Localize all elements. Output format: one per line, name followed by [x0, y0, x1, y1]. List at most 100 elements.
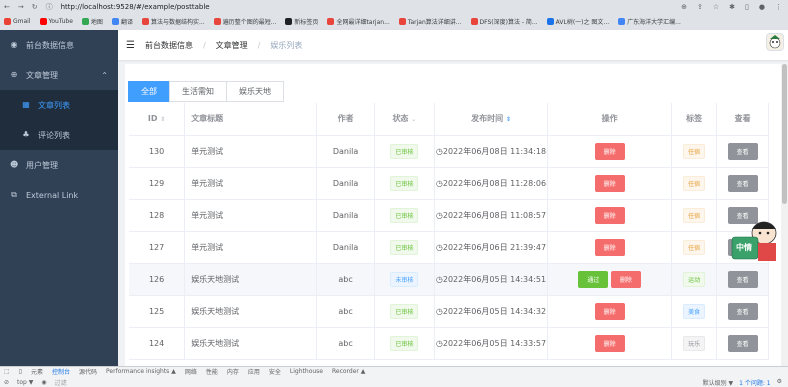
delete-button[interactable]: 删除	[594, 238, 625, 256]
bookmark-item[interactable]: 新标签页	[285, 17, 318, 26]
delete-button[interactable]: 删除	[594, 142, 625, 160]
back-icon[interactable]: ←	[4, 3, 10, 11]
zoom-icon[interactable]: ⊕	[681, 3, 687, 11]
avatar[interactable]	[766, 33, 784, 51]
sidebar-item-user-management[interactable]: ☻ 用户管理	[0, 150, 118, 180]
column-header-status[interactable]: 状态 ⌄	[374, 103, 435, 136]
bookmark-label: Gmail	[13, 18, 31, 25]
device-icon[interactable]: ▯	[19, 368, 22, 375]
breadcrumb-current: 娱乐列表	[270, 40, 303, 50]
delete-button[interactable]: 删除	[594, 206, 625, 224]
column-header-id[interactable]: ID ⇕	[129, 103, 186, 136]
table-row[interactable]: 126 娱乐天地测试 abc 未审核 ◷2022年06月05日 14:34:51…	[129, 263, 769, 296]
cell-author: abc	[316, 263, 375, 296]
cell-author: Danila	[316, 167, 375, 200]
bookmark-item[interactable]: 遍历整个图的最短...	[213, 17, 276, 26]
table-row[interactable]: 130 单元测试 Danila 已审核 ◷2022年06月08日 11:34:1…	[129, 135, 769, 168]
sidebar-item-comment-list[interactable]: ♣ 评论列表	[0, 120, 118, 150]
profile-icon[interactable]: ●	[759, 3, 765, 11]
bookmark-favicon-icon	[111, 18, 119, 25]
levels-select[interactable]: 默认级别 ▼	[703, 378, 734, 387]
bookmark-star-icon[interactable]: ☆	[713, 3, 719, 11]
tab-all[interactable]: 全部	[128, 81, 170, 102]
menu-icon[interactable]: ⋮	[775, 3, 782, 11]
devtools-tab[interactable]: 元素	[31, 367, 43, 376]
table-row[interactable]: 129 单元测试 Danila 已审核 ◷2022年06月08日 11:28:0…	[129, 167, 769, 200]
table-row[interactable]: 124 娱乐天地测试 abc 已审核 ◷2022年06月05日 14:33:57…	[129, 327, 769, 360]
context-select[interactable]: top ▼	[17, 379, 33, 386]
clock-icon: ◷	[435, 242, 443, 252]
approve-button[interactable]: 通过	[578, 270, 609, 288]
bookmarks-bar: Gmail YouTube 地图 翻译 算法与数据结构实... 遍历整个图的最短... 新标…	[0, 13, 788, 30]
issues-badge[interactable]: 1 个问题: 1	[739, 378, 770, 387]
clock-icon: ◷	[435, 210, 443, 220]
extensions-icon[interactable]: ✱	[729, 3, 735, 11]
sidepanel-icon[interactable]: ▯	[745, 3, 749, 11]
delete-button[interactable]: 删除	[594, 334, 625, 352]
bookmark-item[interactable]: 广东海洋大学汇编...	[618, 17, 681, 26]
bookmark-item[interactable]: DFS(深度)算法 - 简...	[470, 17, 538, 26]
cell-view: 查看	[716, 295, 769, 328]
devtools-tab[interactable]: 内存	[227, 367, 239, 376]
bookmark-label: Tarjan算法详细讲...	[407, 19, 462, 26]
bookmark-label: DFS(深度)算法 - 简...	[479, 19, 538, 26]
bookmark-favicon-icon	[81, 18, 89, 25]
view-button[interactable]: 查看	[727, 302, 758, 320]
devtools-tab[interactable]: 性能	[206, 367, 218, 376]
dashboard-icon: ◉	[10, 40, 18, 49]
scrollbar-thumb[interactable]	[782, 64, 787, 204]
filter-icon: ⌄	[411, 116, 417, 124]
sidebar-item-article-list[interactable]: ▦ 文章列表	[0, 90, 118, 120]
filter-input[interactable]: 过滤	[55, 378, 67, 387]
bookmark-item[interactable]: 算法与数据结构实...	[141, 17, 205, 26]
status-badge: 已审核	[390, 207, 419, 223]
devtools-tab[interactable]: 控制台	[52, 367, 70, 376]
tab-entertainment[interactable]: 娱乐天地	[226, 81, 284, 102]
delete-button[interactable]: 删除	[594, 174, 625, 192]
sidebar-item-article-management[interactable]: ⊕ 文章管理 ⌃	[0, 60, 118, 90]
tab-life[interactable]: 生活需知	[169, 81, 227, 102]
inspect-icon[interactable]: ⬚	[4, 368, 10, 375]
eye-icon[interactable]: ◉	[41, 379, 46, 386]
devtools-tab[interactable]: Performance insights ▲	[106, 368, 176, 375]
view-button[interactable]: 查看	[727, 142, 758, 160]
delete-button[interactable]: 删除	[610, 270, 641, 288]
devtools-tab[interactable]: 源代码	[79, 367, 97, 376]
url-field[interactable]: http://localhost:9528/#/example/posttabl…	[61, 3, 210, 11]
breadcrumb-section[interactable]: 文章管理	[216, 40, 248, 51]
cell-title: 娱乐天地测试	[184, 263, 318, 296]
bookmark-item[interactable]: 全网最详细tarjan...	[327, 17, 390, 26]
bookmark-item[interactable]: Gmail	[4, 18, 31, 25]
bookmark-item[interactable]: 地图	[81, 17, 103, 26]
view-button[interactable]: 查看	[727, 270, 758, 288]
forward-icon[interactable]: →	[18, 3, 24, 11]
clear-console-icon[interactable]: ⊘	[4, 379, 9, 386]
devtools-tab[interactable]: 安全	[269, 367, 281, 376]
sidebar-item-external-link[interactable]: ⧉ External Link	[0, 180, 118, 210]
clock-icon: ◷	[435, 274, 443, 284]
devtools-tab[interactable]: 应用	[248, 367, 260, 376]
table-row[interactable]: 125 娱乐天地测试 abc 已审核 ◷2022年06月05日 14:34:32…	[129, 295, 769, 328]
devtools-tab[interactable]: Lighthouse	[290, 368, 323, 375]
column-header-time[interactable]: 发布时间 ⇕	[434, 103, 549, 136]
devtools-tab[interactable]: 网络	[185, 367, 197, 376]
bookmark-favicon-icon	[141, 18, 149, 25]
column-header-tag: 标签	[671, 103, 718, 136]
delete-button[interactable]: 删除	[594, 302, 625, 320]
reload-icon[interactable]: ↻	[32, 3, 38, 11]
settings-icon[interactable]: ⚙	[777, 378, 782, 387]
hamburger-icon[interactable]: ☰	[126, 40, 135, 51]
share-icon[interactable]: ⇪	[697, 3, 703, 11]
breadcrumb-home[interactable]: 前台数据信息	[145, 40, 193, 51]
table-row[interactable]: 128 单元测试 Danila 已审核 ◷2022年06月08日 11:08:5…	[129, 199, 769, 232]
bookmark-item[interactable]: AVL树(一)之 图文...	[546, 17, 609, 26]
table-row[interactable]: 127 单元测试 Danila 已审核 ◷2022年06月06日 21:39:4…	[129, 231, 769, 264]
view-button[interactable]: 查看	[727, 334, 758, 352]
bookmark-item[interactable]: 翻译	[111, 17, 133, 26]
devtools-tab[interactable]: Recorder ▲	[332, 368, 365, 375]
bookmark-item[interactable]: Tarjan算法详细讲...	[398, 17, 462, 26]
view-button[interactable]: 查看	[727, 174, 758, 192]
bookmark-item[interactable]: YouTube	[39, 18, 73, 25]
cell-id: 126	[129, 263, 186, 296]
sidebar-item-dashboard[interactable]: ◉ 前台数据信息	[0, 30, 118, 60]
